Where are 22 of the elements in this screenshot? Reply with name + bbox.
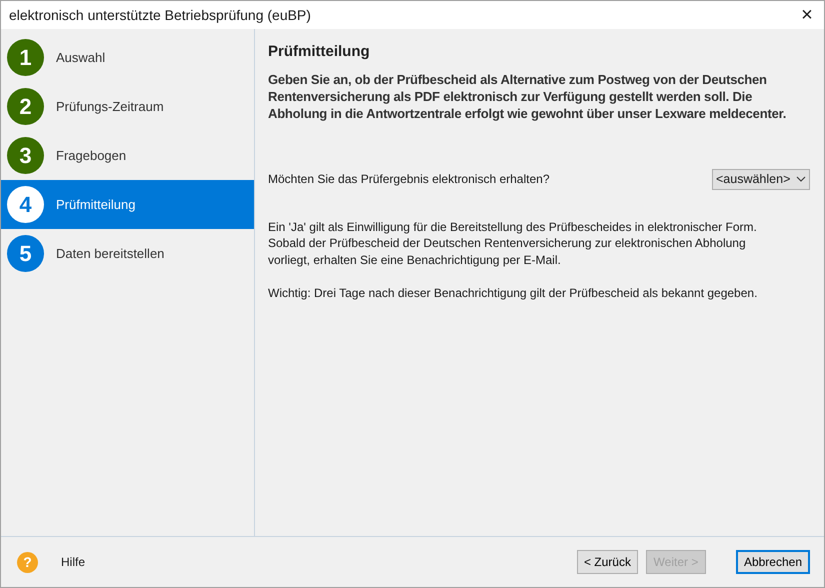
- step-item[interactable]: 1 Auswahl: [1, 33, 254, 82]
- dialog-button[interactable]: < Zurück: [576, 550, 638, 574]
- step-number-badge: 4: [7, 186, 44, 223]
- choice-dropdown[interactable]: <auswählen>: [712, 168, 810, 190]
- note-text: Wichtig: Drei Tage nach dieser Benachrichtigung gilt der Prüfbescheid als bekannt gegeben.: [268, 285, 758, 302]
- section-heading: Prüfmitteilung: [268, 42, 371, 62]
- dialog-button[interactable]: Abbrechen: [736, 550, 810, 574]
- step-number-badge: 2: [7, 88, 44, 125]
- step-number-badge: 3: [7, 137, 44, 174]
- help-link[interactable]: Hilfe: [61, 553, 86, 571]
- window-title: elektronisch unterstützte Betriebsprüfung (euBP): [9, 6, 311, 25]
- info-text: Ein 'Ja' gilt als Einwilligung für die Bereitstellung des Prüfbescheides in elektronischer Form. Sobald der Prüfbescheid der Deutschen Rentenversicherung zur elektronischen Abholung vorliegt, erhalten Sie eine Benachrichtigung per E-Mail.: [268, 218, 758, 268]
- step-item[interactable]: 2 Prüfungs-Zeitraum: [1, 82, 254, 131]
- step-item[interactable]: 5 Daten bereitstellen: [1, 229, 254, 278]
- close-button[interactable]: ×: [790, 1, 824, 29]
- chevron-down-icon: [796, 176, 806, 182]
- step-number-badge: 1: [7, 39, 44, 76]
- question-label: Möchten Sie das Prüfergebnis elektronisch erhalten?: [268, 171, 550, 188]
- step-item[interactable]: 4 Prüfmitteilung: [1, 180, 254, 229]
- step-item[interactable]: 3 Fragebogen: [1, 131, 254, 180]
- step-number-badge: 5: [7, 235, 44, 272]
- intro-text: Geben Sie an, ob der Prüfbescheid als Alternative zum Postweg von der Deutschen Rentenversicherung als PDF elektronisch zur Verfügung gestellt werden soll. Die Abholung in die Antwortzentrale erfolgt wie gewohnt über unser Lexware meldecenter.: [268, 70, 788, 122]
